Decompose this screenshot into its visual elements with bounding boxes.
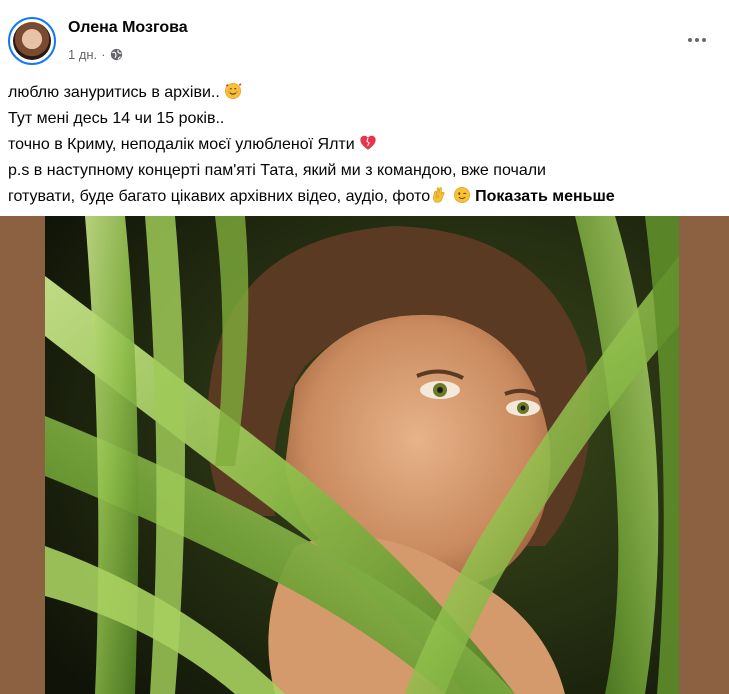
ok-hand-icon [433,187,445,203]
more-dot [702,38,706,42]
post-line-text: Тут мені десь 14 чи 15 років.. [8,110,225,127]
post-meta: 1 дн. · [68,45,123,63]
facebook-post: Олена Мозгова 1 дн. · люблю зануритись в… [0,0,729,694]
more-options-button[interactable] [683,26,711,54]
post-media[interactable] [0,216,729,694]
post-line: p.s в наступному концерті пам'яті Тата, … [8,158,718,184]
post-line: точно в Криму, неподалік моєї улюбленої … [8,132,718,158]
avatar-photo [13,22,51,60]
more-dot [695,38,699,42]
winking-face-icon [453,186,470,204]
post-photo[interactable] [45,216,679,694]
post-text: люблю зануритись в архіви.. Тут мені дес… [8,80,718,210]
post-line-text: люблю зануритись в архіви.. [8,84,220,101]
post-line-text: готувати, буде багато цікавих архівних в… [8,188,431,205]
post-line: Тут мені десь 14 чи 15 років.. [8,106,718,132]
post-line: готувати, буде багато цікавих архівних в… [8,184,718,210]
avatar[interactable] [8,17,56,65]
globe-icon[interactable] [110,48,123,61]
post-line-text: точно в Криму, неподалік моєї улюбленої … [8,136,355,153]
post-header: Олена Мозгова 1 дн. · [0,0,729,70]
smiling-face-with-hearts-icon [225,82,242,100]
more-dot [688,38,692,42]
post-timestamp[interactable]: 1 дн. [68,47,97,62]
heart-icon [360,135,376,150]
photo-image [45,216,679,694]
show-less-link[interactable]: Показать меньше [475,188,615,205]
post-line: люблю зануритись в архіви.. [8,80,718,106]
post-line-text: p.s в наступному концерті пам'яті Тата, … [8,162,546,179]
meta-separator: · [101,46,106,62]
author-name[interactable]: Олена Мозгова [68,19,188,37]
